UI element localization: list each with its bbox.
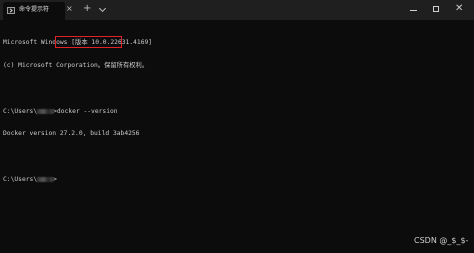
title-bar: 命令提示符 × + ✕ <box>0 0 474 20</box>
command-line: C:\Users\ >docker --version <box>3 108 471 116</box>
command-highlight-box <box>55 36 122 48</box>
prompt-path: C:\Users\ <box>3 107 38 115</box>
watermark: CSDN @_$_$- <box>414 236 469 245</box>
tab-close-icon[interactable]: × <box>66 5 73 13</box>
console-line: (c) Microsoft Corporation。保留所有权利。 <box>3 61 149 69</box>
close-button[interactable]: ✕ <box>450 0 472 20</box>
redacted-username <box>37 176 54 182</box>
prompt-line: C:\Users\ > <box>3 176 471 184</box>
minimize-button[interactable] <box>403 0 425 20</box>
tab-command-prompt[interactable]: 命令提示符 <box>3 2 65 20</box>
terminal-icon <box>7 7 15 14</box>
prompt-path: C:\Users\ <box>3 175 38 183</box>
chevron-down-icon[interactable] <box>98 4 107 13</box>
console-output[interactable]: Microsoft Windows [版本 10.0.22631.4169] (… <box>3 24 471 199</box>
close-icon: ✕ <box>455 3 464 14</box>
maximize-button[interactable] <box>426 0 448 20</box>
new-tab-button[interactable]: + <box>83 4 91 14</box>
console-line: Docker version 27.2.0, build 3ab4256 <box>3 130 140 138</box>
terminal-window: 命令提示符 × + ✕ Microsoft Windows [版本 10.0.2… <box>0 0 474 253</box>
command-text: docker --version <box>56 107 118 115</box>
redacted-username <box>37 108 54 114</box>
prompt-symbol: > <box>53 175 57 183</box>
tab-title: 命令提示符 <box>19 6 50 13</box>
